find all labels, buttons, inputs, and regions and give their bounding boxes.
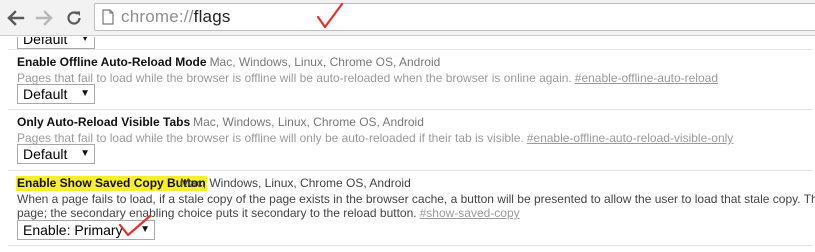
experiment-title: Enable Offline Auto-Reload Mode Mac, Wind… [17,55,440,70]
experiment-name: Only Auto-Reload Visible Tabs [17,115,191,129]
flags-list: Default ▼ Enable Offline Auto-Reload Mod… [0,37,815,252]
url-host: flags [193,7,231,26]
experiment-description: Pages that fail to load while the browse… [17,71,718,85]
check-mark-icon [316,2,344,29]
experiment-link[interactable]: #show-saved-copy [420,206,520,220]
select-value: Default [23,37,68,47]
select-value: Default [23,146,68,162]
dropdown-arrow-icon: ▼ [80,37,90,44]
experiment-select[interactable]: Default ▼ [17,37,95,49]
description-text: Pages that fail to load while the browse… [17,131,524,145]
description-text: Pages that fail to load while the browse… [17,71,572,85]
browser-toolbar: chrome://flags [0,0,815,36]
experiment-platforms: Mac, Windows, Linux, Chrome OS, Android [180,176,411,190]
url-text: chrome://flags [121,7,231,27]
experiment-platforms: Mac, Windows, Linux, Chrome OS, Android [209,55,441,69]
divider [8,109,813,110]
url-scheme: chrome:// [121,7,194,26]
experiment-title: Only Auto-Reload Visible Tabs Mac, Window… [17,115,424,130]
experiment-link[interactable]: #enable-offline-auto-reload-visible-only [527,131,734,145]
experiment-title: Enable Show Saved Copy Button [16,176,207,191]
experiment-link[interactable]: #enable-offline-auto-reload [575,71,718,85]
page-icon [102,9,114,25]
experiment-name: Enable Offline Auto-Reload Mode [17,55,207,69]
description-text: page; the secondary enabling choice puts… [17,206,417,220]
select-value: Default [23,86,68,102]
experiment-description: Pages that fail to load while the browse… [17,131,733,145]
experiment-platforms: Mac, Windows, Linux, Chrome OS, Android [193,115,424,129]
description-text: When a page fails to load, if a stale co… [17,192,815,206]
dropdown-arrow-icon: ▼ [80,148,90,159]
check-mark-icon [118,214,152,237]
dropdown-arrow-icon: ▼ [80,88,90,99]
divider [8,49,813,50]
experiment-select[interactable]: Default ▼ [17,144,95,164]
divider [8,170,813,171]
experiment-description: When a page fails to load, if a stale co… [17,192,815,206]
address-bar[interactable]: chrome://flags [94,2,815,31]
forward-arrow-icon[interactable] [33,8,55,28]
select-value: Enable: Primary [23,222,123,238]
experiment-name: Enable Show Saved Copy Button [17,176,206,190]
experiment-description-line2: page; the secondary enabling choice puts… [17,206,520,220]
divider [8,245,813,246]
reload-icon[interactable] [63,8,85,28]
back-arrow-icon[interactable] [5,8,27,28]
experiment-select[interactable]: Default ▼ [17,84,95,104]
experiment-title-platforms: Mac, Windows, Linux, Chrome OS, Android [180,176,411,191]
